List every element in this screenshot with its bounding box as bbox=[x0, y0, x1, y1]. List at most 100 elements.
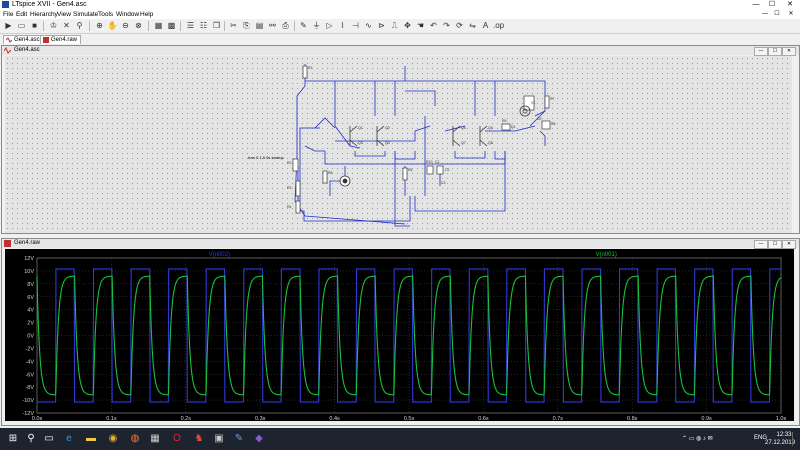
label-q5: Q5 bbox=[461, 126, 466, 130]
waveform-close-button[interactable]: ✕ bbox=[782, 240, 796, 249]
y-tick-label: -8V bbox=[25, 385, 34, 391]
schematic-maximize-button[interactable]: ☐ bbox=[768, 47, 782, 56]
maximize-button[interactable]: ☐ bbox=[764, 0, 780, 10]
inductor-icon[interactable]: ∿ bbox=[363, 20, 374, 31]
label-net-icon[interactable]: ▷ bbox=[324, 20, 335, 31]
visual-studio-icon[interactable]: ◆ bbox=[252, 431, 266, 447]
tile-horizontal-icon[interactable]: ☰ bbox=[185, 20, 196, 31]
menu-hierarchy[interactable]: Hierarchy bbox=[30, 10, 58, 19]
calculator-icon[interactable]: ▦ bbox=[148, 431, 162, 447]
wire-icon[interactable]: ✎ bbox=[298, 20, 309, 31]
opera-icon[interactable]: O bbox=[170, 431, 184, 447]
close-button[interactable]: ✕ bbox=[782, 0, 798, 10]
ground-icon[interactable]: ⏚ bbox=[311, 20, 322, 31]
zoom-out-icon[interactable]: ⊖ bbox=[120, 20, 131, 31]
redo-icon[interactable]: ↷ bbox=[441, 20, 452, 31]
windows-start-icon[interactable]: ⊞ bbox=[6, 431, 20, 447]
resistor-icon[interactable]: ⌇ bbox=[337, 20, 348, 31]
run-sim-icon[interactable]: ♔ bbox=[48, 20, 59, 31]
minimize-button[interactable]: — bbox=[748, 0, 764, 10]
grid-icon[interactable]: ▩ bbox=[166, 20, 177, 31]
menu-bar: File Edit Hierarchy View Simulate Tools … bbox=[0, 10, 800, 19]
capacitor-icon[interactable]: ⊣ bbox=[350, 20, 361, 31]
drag-icon[interactable]: ☚ bbox=[415, 20, 426, 31]
firefox-icon[interactable]: ◍ bbox=[128, 431, 142, 447]
save-icon[interactable]: ■ bbox=[29, 20, 40, 31]
series-label-1[interactable]: V(n002) bbox=[209, 252, 230, 258]
schematic-icon bbox=[6, 37, 12, 43]
chrome-icon[interactable]: ◉ bbox=[106, 431, 120, 447]
probe-icon[interactable]: ⚲ bbox=[74, 20, 85, 31]
cut-icon[interactable]: ✂ bbox=[228, 20, 239, 31]
menu-view[interactable]: View bbox=[57, 10, 71, 19]
tab-waveform[interactable]: Gen4.raw bbox=[40, 35, 82, 44]
undo-icon[interactable]: ↶ bbox=[428, 20, 439, 31]
schematic-minimize-button[interactable]: — bbox=[754, 47, 768, 56]
menu-file[interactable]: File bbox=[3, 10, 13, 19]
spice-directive[interactable]: .tran 0 1.5 0s startup bbox=[247, 155, 284, 160]
waveform-maximize-button[interactable]: ☐ bbox=[768, 240, 782, 249]
document-tabs: Gen4.asc Gen4.raw bbox=[0, 34, 800, 44]
autorange-icon[interactable]: ▦ bbox=[153, 20, 164, 31]
ltspice-app-icon bbox=[2, 1, 9, 8]
copy-icon[interactable]: ⎘ bbox=[241, 20, 252, 31]
tile-vertical-icon[interactable]: ☷ bbox=[198, 20, 209, 31]
menu-tools[interactable]: Tools bbox=[98, 10, 113, 19]
spice-directive-icon[interactable]: .op bbox=[493, 20, 504, 31]
label-r10: R10 bbox=[426, 160, 432, 164]
rotate-icon[interactable]: ⟳ bbox=[454, 20, 465, 31]
waveform-minimize-button[interactable]: — bbox=[754, 240, 768, 249]
schematic-components bbox=[292, 65, 551, 214]
pan-icon[interactable]: ✋ bbox=[107, 20, 118, 31]
tab-schematic[interactable]: Gen4.asc bbox=[3, 35, 44, 44]
y-tick-label: -10V bbox=[22, 398, 34, 404]
component-icon[interactable]: ⎍ bbox=[389, 20, 400, 31]
search-icon[interactable]: ⚲ bbox=[24, 431, 38, 447]
x-tick-label: 0.3s bbox=[255, 416, 266, 421]
find-icon[interactable]: ⚯ bbox=[267, 20, 278, 31]
label-c2: C2 bbox=[445, 168, 450, 172]
move-icon[interactable]: ✥ bbox=[402, 20, 413, 31]
task-view-icon[interactable]: ▭ bbox=[42, 431, 56, 447]
mdi-minimize-button[interactable]: — bbox=[760, 10, 770, 19]
diode-icon[interactable]: ⊳ bbox=[376, 20, 387, 31]
y-tick-label: 0V bbox=[27, 334, 34, 340]
cascade-icon[interactable]: ❐ bbox=[211, 20, 222, 31]
halt-icon[interactable]: ✕ bbox=[61, 20, 72, 31]
waveform-icon bbox=[43, 37, 49, 43]
waveform-plot[interactable]: 12V 10V 8V 6V 4V 2V 0V -2V -4V -6V -8V -10V -12V 0.0s… bbox=[5, 249, 794, 422]
paint-icon[interactable]: ✎ bbox=[232, 431, 246, 447]
edge-icon[interactable]: e bbox=[62, 431, 76, 447]
mdi-close-button[interactable]: ✕ bbox=[786, 10, 796, 19]
text-icon[interactable]: A bbox=[480, 20, 491, 31]
y-tick-label: 2V bbox=[27, 321, 34, 327]
label-d1: D1 bbox=[511, 125, 516, 129]
schematic-canvas[interactable]: R1 R2 R3 R4 R5 R6 R7 R8 R9 R10 Q1 Q2 Q3 … bbox=[5, 56, 792, 233]
mdi-maximize-button[interactable]: ☐ bbox=[772, 10, 782, 19]
label-r7: R7 bbox=[550, 97, 555, 101]
run-icon[interactable]: ▶ bbox=[3, 20, 14, 31]
zoom-in-icon[interactable]: ⊕ bbox=[94, 20, 105, 31]
menu-simulate[interactable]: Simulate bbox=[73, 10, 98, 19]
label-q4: Q4 bbox=[385, 141, 390, 145]
schematic-close-button[interactable]: ✕ bbox=[782, 47, 796, 56]
menu-edit[interactable]: Edit bbox=[16, 10, 27, 19]
file-explorer-icon[interactable]: ▬ bbox=[84, 431, 98, 447]
open-icon[interactable]: ▭ bbox=[16, 20, 27, 31]
zoom-fit-icon[interactable]: ⊗ bbox=[133, 20, 144, 31]
label-r3: R3 bbox=[287, 186, 292, 190]
mirror-icon[interactable]: ⇋ bbox=[467, 20, 478, 31]
ltspice-icon[interactable]: ♞ bbox=[192, 431, 206, 447]
print-icon[interactable]: ⎙ bbox=[280, 20, 291, 31]
label-q8: Q8 bbox=[488, 141, 493, 145]
tray-icons[interactable]: ⌃ ▭ ◍ ♪ ✉ bbox=[682, 435, 713, 442]
label-q2: Q2 bbox=[385, 126, 390, 130]
paste-icon[interactable]: ▤ bbox=[254, 20, 265, 31]
series-label-2[interactable]: V(n001) bbox=[595, 252, 616, 258]
y-tick-label: -2V bbox=[25, 346, 34, 352]
ltspice-wave-icon[interactable]: ▣ bbox=[212, 431, 226, 447]
waveform-window-title-bar: Gen4.raw — ☐ ✕ bbox=[2, 239, 799, 249]
menu-window[interactable]: Window bbox=[116, 10, 139, 19]
menu-help[interactable]: Help bbox=[140, 10, 153, 19]
show-desktop-button[interactable] bbox=[792, 432, 799, 446]
